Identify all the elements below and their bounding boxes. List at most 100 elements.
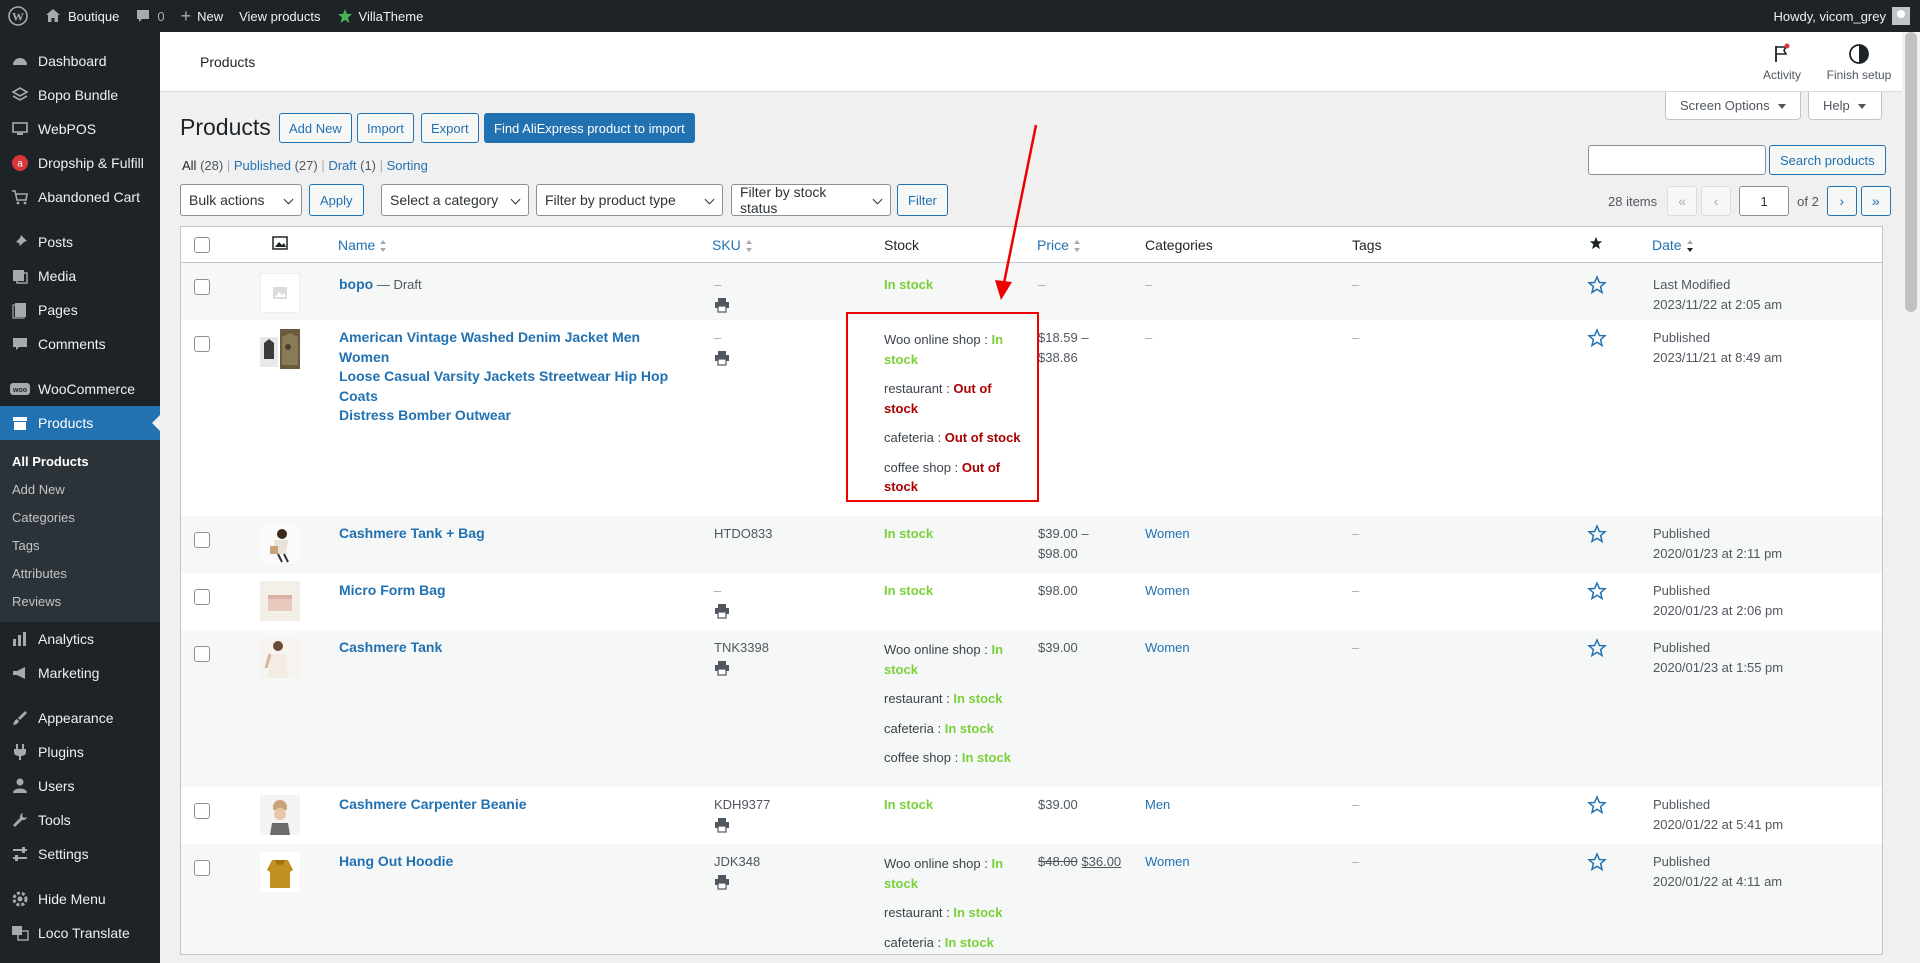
product-name-link[interactable]: Micro Form Bag (339, 582, 446, 598)
row-checkbox[interactable] (194, 860, 210, 876)
help-button[interactable]: Help (1808, 92, 1882, 120)
printer-icon[interactable] (714, 874, 730, 890)
category-link[interactable]: Women (1145, 638, 1190, 658)
product-name-link[interactable]: Cashmere Tank (339, 639, 442, 655)
site-name-link[interactable]: Boutique (36, 0, 127, 32)
current-page-input[interactable]: 1 (1739, 186, 1790, 216)
menu-products[interactable]: Products (0, 406, 160, 440)
printer-icon[interactable] (714, 350, 730, 366)
menu-loco-translate[interactable]: Loco Translate (0, 916, 160, 950)
price-column-header[interactable]: Price (1037, 236, 1081, 256)
name-column-header[interactable]: Name (338, 236, 387, 256)
find-aliexpress-button[interactable]: Find AliExpress product to import (484, 113, 695, 143)
category-link[interactable]: Women (1145, 852, 1190, 872)
next-page-button[interactable]: › (1826, 186, 1857, 216)
view-draft[interactable]: Draft (328, 158, 356, 173)
view-products-link[interactable]: View products (231, 0, 328, 32)
my-account[interactable]: Howdy, vicom_grey (1774, 7, 1920, 25)
admin-menu: Dashboard Bopo Bundle WebPOS a Dropship &… (0, 32, 160, 963)
featured-star-icon[interactable] (1587, 852, 1607, 875)
product-name-link[interactable]: Cashmere Carpenter Beanie (339, 796, 527, 812)
shop-name: Woo online shop : (884, 642, 992, 657)
menu-woocommerce[interactable]: woo WooCommerce (0, 372, 160, 406)
comments-link[interactable]: 0 (127, 0, 172, 32)
menu-hide-menu[interactable]: Hide Menu (0, 882, 160, 916)
menu-pages[interactable]: Pages (0, 293, 160, 327)
screen-options-button[interactable]: Screen Options (1665, 92, 1801, 120)
view-sorting[interactable]: Sorting (387, 158, 428, 173)
product-name-link[interactable]: American Vintage Washed Denim Jacket Men… (339, 329, 668, 423)
villatheme-link[interactable]: VillaTheme (329, 0, 432, 32)
export-button[interactable]: Export (421, 113, 479, 143)
price-max: $38.86 (1038, 349, 1078, 365)
printer-icon[interactable] (714, 660, 730, 676)
first-page-button[interactable]: « (1667, 186, 1698, 216)
search-products-button[interactable]: Search products (1769, 145, 1886, 175)
menu-dashboard[interactable]: Dashboard (0, 44, 160, 78)
menu-comments[interactable]: Comments (0, 327, 160, 361)
product-name-link[interactable]: Hang Out Hoodie (339, 853, 453, 869)
new-content-link[interactable]: + New (173, 0, 232, 32)
product-name-link[interactable]: bopo (339, 276, 373, 292)
printer-icon[interactable] (714, 297, 730, 313)
menu-posts[interactable]: Posts (0, 225, 160, 259)
view-published[interactable]: Published (234, 158, 291, 173)
submenu-tags[interactable]: Tags (0, 531, 160, 559)
category-link[interactable]: Women (1145, 524, 1190, 544)
menu-dropship[interactable]: a Dropship & Fulfill (0, 146, 160, 180)
printer-icon[interactable] (714, 817, 730, 833)
featured-star-icon[interactable] (1587, 524, 1607, 547)
row-checkbox[interactable] (194, 336, 210, 352)
bulk-actions-select[interactable]: Bulk actions (180, 184, 302, 216)
finish-setup-button[interactable]: Finish setup (1820, 42, 1898, 82)
featured-star-icon[interactable] (1587, 275, 1607, 298)
menu-appearance[interactable]: Appearance (0, 701, 160, 735)
menu-abandoned-cart[interactable]: Abandoned Cart (0, 180, 160, 214)
menu-bopo-bundle[interactable]: Bopo Bundle (0, 78, 160, 112)
menu-plugins[interactable]: Plugins (0, 735, 160, 769)
search-input[interactable] (1588, 145, 1766, 175)
activity-button[interactable]: Activity (1752, 42, 1812, 82)
featured-star-icon[interactable] (1587, 328, 1607, 351)
filter-button[interactable]: Filter (897, 184, 948, 216)
row-checkbox[interactable] (194, 803, 210, 819)
prev-page-button[interactable]: ‹ (1701, 186, 1732, 216)
date-column-header[interactable]: Date (1652, 236, 1694, 256)
category-link[interactable]: Men (1145, 795, 1170, 815)
sku-column-header[interactable]: SKU (712, 236, 753, 256)
menu-marketing[interactable]: Marketing (0, 656, 160, 690)
featured-star-icon[interactable] (1587, 795, 1607, 818)
menu-users[interactable]: Users (0, 769, 160, 803)
view-all[interactable]: All (182, 158, 196, 173)
page-scrollbar[interactable] (1902, 32, 1920, 963)
featured-star-icon[interactable] (1587, 638, 1607, 661)
last-page-button[interactable]: » (1860, 186, 1891, 216)
menu-media[interactable]: Media (0, 259, 160, 293)
product-type-select[interactable]: Filter by product type (536, 184, 723, 216)
submenu-categories[interactable]: Categories (0, 503, 160, 531)
stock-status-select[interactable]: Filter by stock status (731, 184, 891, 216)
submenu-all-products[interactable]: All Products (0, 447, 160, 475)
submenu-add-new[interactable]: Add New (0, 475, 160, 503)
row-checkbox[interactable] (194, 279, 210, 295)
add-new-button[interactable]: Add New (279, 113, 352, 143)
submenu-attributes[interactable]: Attributes (0, 559, 160, 587)
select-all-checkbox[interactable] (194, 237, 210, 253)
submenu-reviews[interactable]: Reviews (0, 587, 160, 615)
row-checkbox[interactable] (194, 646, 210, 662)
menu-settings[interactable]: Settings (0, 837, 160, 871)
wp-logo-button[interactable]: W (0, 0, 36, 32)
printer-icon[interactable] (714, 603, 730, 619)
menu-webpos[interactable]: WebPOS (0, 112, 160, 146)
scrollbar-thumb[interactable] (1905, 32, 1917, 312)
category-link[interactable]: Women (1145, 581, 1190, 601)
apply-button[interactable]: Apply (309, 184, 364, 216)
menu-tools[interactable]: Tools (0, 803, 160, 837)
featured-star-icon[interactable] (1587, 581, 1607, 604)
row-checkbox[interactable] (194, 532, 210, 548)
product-name-link[interactable]: Cashmere Tank + Bag (339, 525, 485, 541)
menu-analytics[interactable]: Analytics (0, 622, 160, 656)
row-checkbox[interactable] (194, 589, 210, 605)
import-button[interactable]: Import (357, 113, 414, 143)
category-select[interactable]: Select a category (381, 184, 529, 216)
